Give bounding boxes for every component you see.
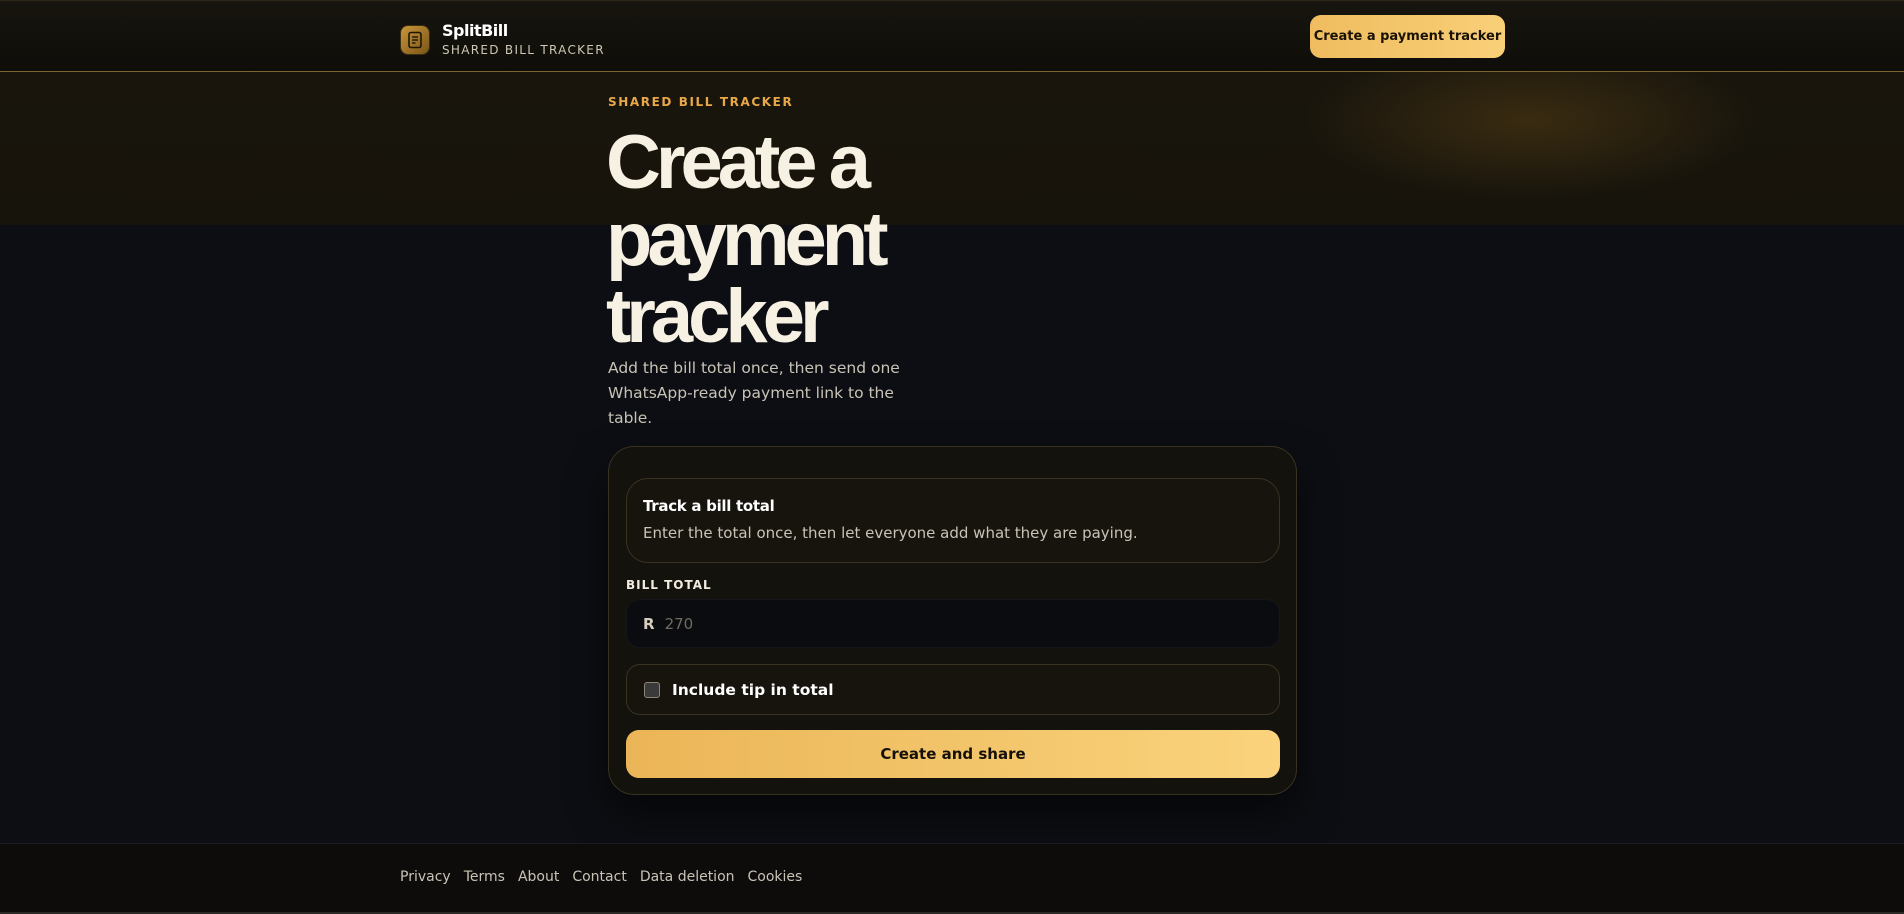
include-tip-option[interactable]: Include tip in total bbox=[626, 664, 1280, 715]
footer-nav: Privacy Terms About Contact Data deletio… bbox=[400, 869, 802, 885]
mode-info-box: Track a bill total Enter the total once,… bbox=[626, 478, 1280, 563]
tracker-form-card: Track a bill total Enter the total once,… bbox=[608, 446, 1297, 795]
brand-link[interactable]: SplitBill SHARED BILL TRACKER bbox=[401, 22, 605, 58]
bill-total-field[interactable]: R bbox=[626, 599, 1280, 648]
site-footer: Privacy Terms About Contact Data deletio… bbox=[0, 843, 1904, 914]
include-tip-checkbox[interactable] bbox=[644, 681, 660, 698]
hero-eyebrow: SHARED BILL TRACKER bbox=[608, 95, 794, 109]
footer-link-contact[interactable]: Contact bbox=[572, 869, 626, 885]
receipt-icon bbox=[401, 26, 429, 54]
create-tracker-button[interactable]: Create a payment tracker bbox=[1310, 15, 1505, 58]
brand-name: SplitBill bbox=[442, 21, 508, 40]
footer-link-data-deletion[interactable]: Data deletion bbox=[640, 869, 735, 885]
brand-text: SplitBill SHARED BILL TRACKER bbox=[442, 22, 605, 58]
footer-link-about[interactable]: About bbox=[518, 869, 559, 885]
site-header: SplitBill SHARED BILL TRACKER Create a p… bbox=[0, 0, 1904, 72]
bill-total-input[interactable] bbox=[664, 614, 1225, 633]
bill-total-label: BILL TOTAL bbox=[626, 578, 712, 592]
include-tip-label: Include tip in total bbox=[672, 680, 834, 699]
currency-symbol: R bbox=[643, 614, 655, 633]
mode-title: Track a bill total bbox=[643, 497, 775, 515]
mode-description: Enter the total once, then let everyone … bbox=[643, 524, 1138, 542]
create-and-share-button[interactable]: Create and share bbox=[626, 730, 1280, 778]
hero-description: Add the bill total once, then send one W… bbox=[608, 359, 900, 427]
brand-tagline: SHARED BILL TRACKER bbox=[442, 43, 605, 57]
footer-link-terms[interactable]: Terms bbox=[464, 869, 505, 885]
footer-link-privacy[interactable]: Privacy bbox=[400, 869, 451, 885]
footer-link-cookies[interactable]: Cookies bbox=[748, 869, 803, 885]
page-title: Create a payment tracker bbox=[606, 120, 889, 359]
